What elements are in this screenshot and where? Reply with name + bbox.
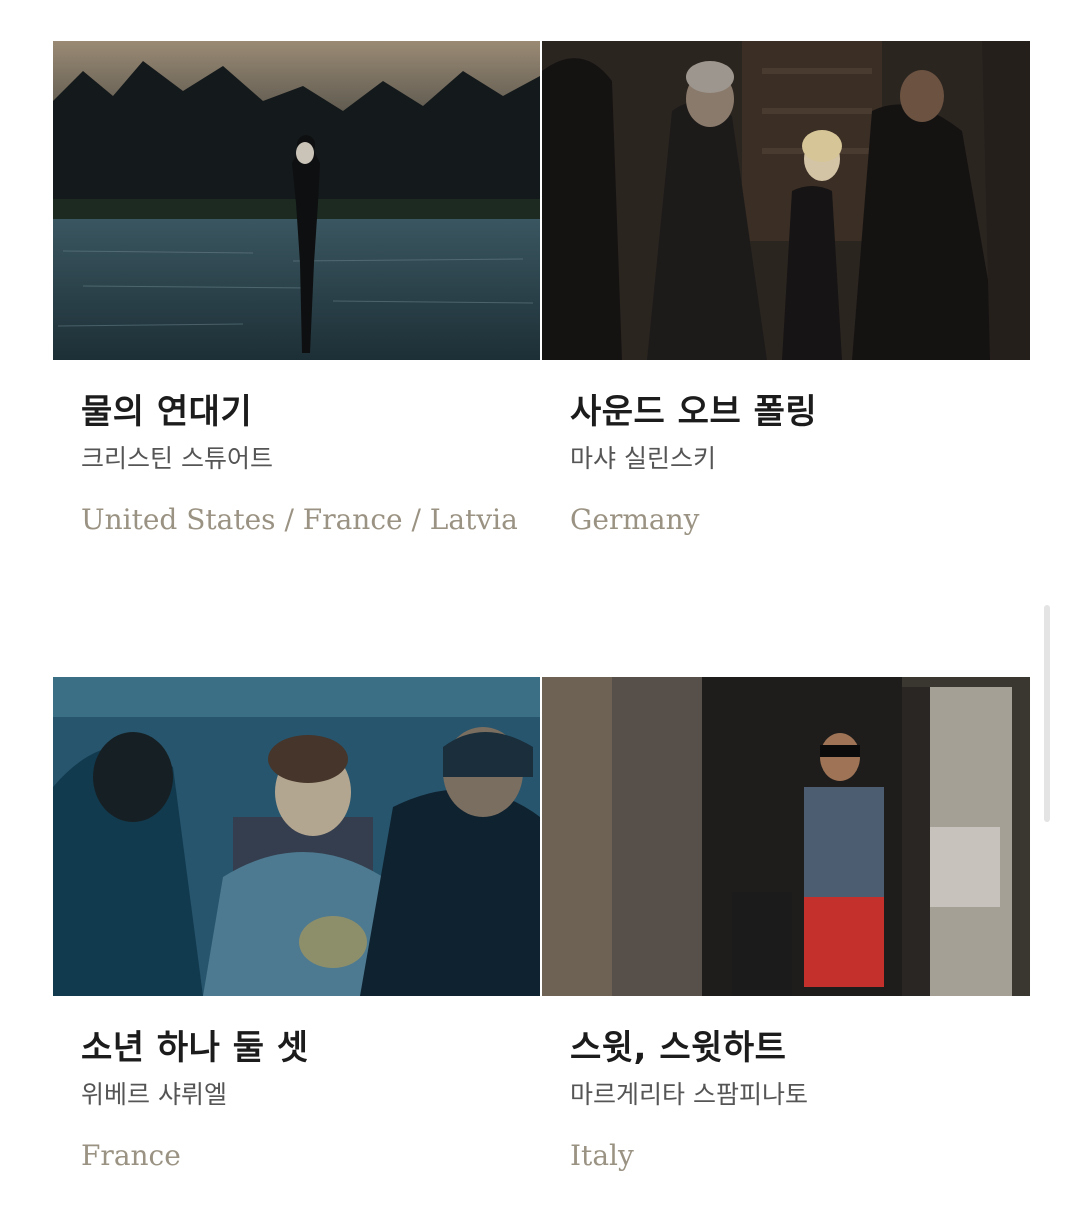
film-country: Germany <box>570 503 700 536</box>
film-still-image[interactable] <box>53 677 540 996</box>
film-title[interactable]: 사운드 오브 폴링 <box>570 391 1030 433</box>
film-country: France <box>81 1139 181 1172</box>
film-director: 크리스틴 스튜어트 <box>81 444 273 473</box>
film-card[interactable]: 물의 연대기 크리스틴 스튜어트 United States / France … <box>53 41 540 537</box>
film-country: United States / France / Latvia <box>81 503 518 536</box>
film-still-image[interactable] <box>542 677 1030 996</box>
film-director: 마샤 실린스키 <box>570 444 716 473</box>
film-meta: 사운드 오브 폴링 마샤 실린스키 Germany <box>542 391 1030 537</box>
film-card[interactable]: 소년 하나 둘 셋 위베르 샤뤼엘 France <box>53 677 540 1173</box>
film-director: 마르게리타 스팜피나토 <box>570 1080 808 1109</box>
film-title[interactable]: 소년 하나 둘 셋 <box>81 1027 540 1069</box>
film-director: 위베르 샤뤼엘 <box>81 1080 227 1109</box>
film-title[interactable]: 물의 연대기 <box>81 391 540 433</box>
film-meta: 스윗, 스윗하트 마르게리타 스팜피나토 Italy <box>542 1027 1030 1173</box>
film-meta: 소년 하나 둘 셋 위베르 샤뤼엘 France <box>53 1027 540 1173</box>
film-card[interactable]: 사운드 오브 폴링 마샤 실린스키 Germany <box>542 41 1030 537</box>
film-still-image[interactable] <box>53 41 540 360</box>
film-card[interactable]: 스윗, 스윗하트 마르게리타 스팜피나토 Italy <box>542 677 1030 1173</box>
film-still-image[interactable] <box>542 41 1030 360</box>
scrollbar-thumb[interactable] <box>1044 605 1050 822</box>
film-meta: 물의 연대기 크리스틴 스튜어트 United States / France … <box>53 391 540 537</box>
film-country: Italy <box>570 1139 634 1172</box>
film-title[interactable]: 스윗, 스윗하트 <box>570 1027 1030 1069</box>
